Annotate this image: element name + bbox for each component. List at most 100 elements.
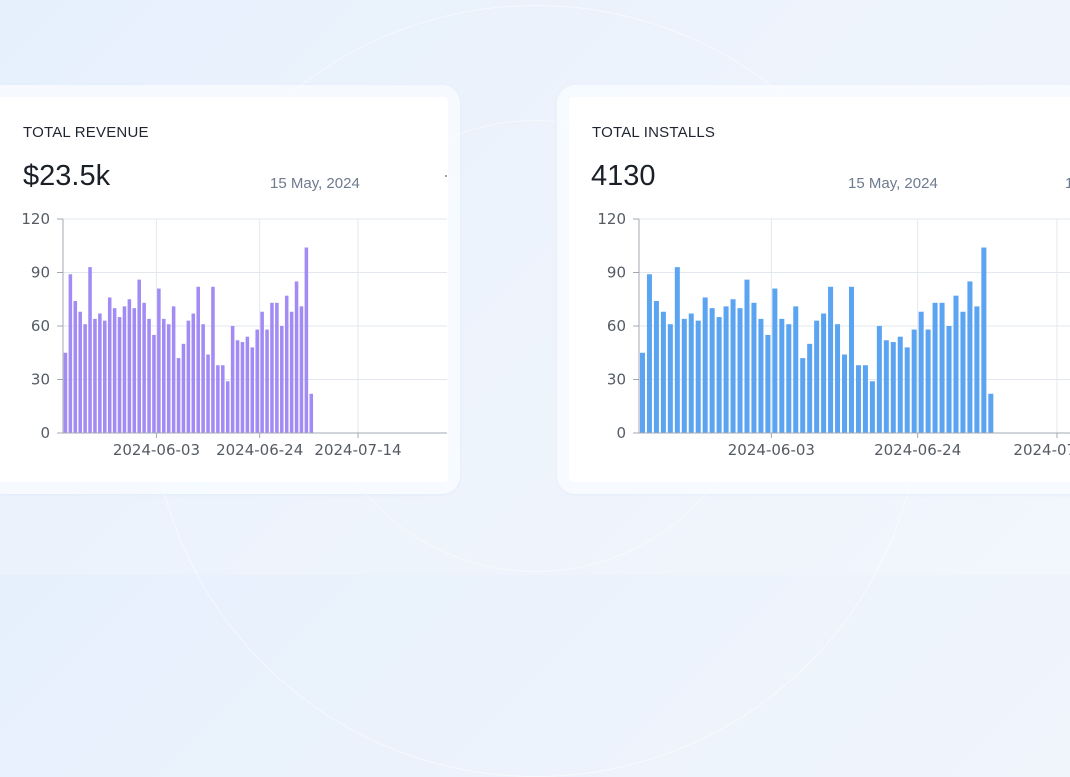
y-tick-label: 0: [616, 424, 626, 442]
bar: [869, 381, 875, 433]
bar: [744, 279, 750, 433]
bar: [93, 318, 97, 433]
y-tick-label: 30: [607, 371, 626, 389]
installs-card: TOTAL INSTALLS 4130 15 May, 2024 1 0 30 60…: [569, 97, 1070, 482]
bar: [299, 306, 304, 433]
bar: [681, 318, 687, 433]
bar: [176, 358, 181, 433]
bar: [211, 286, 215, 433]
bar: [730, 299, 736, 433]
bar: [294, 281, 299, 433]
bar: [723, 306, 729, 433]
bar: [862, 365, 868, 433]
bar: [674, 267, 680, 433]
bar: [196, 286, 200, 433]
bar: [835, 324, 841, 433]
bar: [112, 308, 117, 433]
bar: [63, 352, 68, 433]
bar: [821, 313, 827, 433]
bar: [265, 329, 269, 433]
installs-card-frame: TOTAL INSTALLS 4130 15 May, 2024 1 0 30 60…: [557, 85, 1070, 494]
bar: [98, 313, 102, 433]
bar: [646, 274, 652, 433]
bar: [639, 352, 645, 433]
bar: [897, 336, 903, 433]
bar: [186, 320, 191, 433]
bar: [751, 302, 757, 433]
bar: [925, 329, 931, 433]
bar: [166, 324, 171, 433]
revenue-card: TOTAL REVENUE $23.5k 15 May, 2024 0 30 60 9…: [0, 97, 448, 482]
bar: [245, 336, 250, 433]
bar: [876, 326, 882, 433]
bar: [793, 306, 799, 433]
bar: [855, 365, 861, 433]
bar: [653, 301, 659, 433]
bar: [814, 320, 820, 433]
bar: [883, 340, 889, 433]
bar: [695, 320, 701, 433]
bar: [162, 318, 166, 433]
bar: [848, 286, 854, 433]
bar: [988, 393, 994, 433]
bar: [152, 334, 156, 433]
y-tick-label: 120: [597, 210, 626, 228]
bar: [716, 317, 722, 433]
revenue-bar-chart: 0 30 60 90 120 2024-06-03 2024-06-24 2024-07-14: [21, 210, 447, 459]
bar: [157, 288, 161, 433]
bar: [981, 247, 987, 433]
bar: [758, 318, 764, 433]
x-tick-label: 2024-06-03: [113, 441, 200, 459]
bar: [78, 311, 82, 433]
y-tick-label: 90: [607, 264, 626, 282]
bar: [221, 365, 225, 433]
bar: [122, 306, 127, 433]
bar: [240, 342, 245, 433]
bar: [137, 279, 141, 433]
bar: [960, 311, 966, 433]
bar: [946, 326, 952, 433]
bar: [660, 311, 666, 433]
bar: [191, 313, 196, 433]
bar: [890, 342, 896, 433]
bar: [918, 311, 924, 433]
bar: [235, 340, 240, 433]
bar: [73, 301, 78, 433]
bar: [260, 311, 264, 433]
bar: [779, 318, 785, 433]
bar: [250, 347, 255, 433]
bar: [216, 365, 220, 433]
bar: [932, 302, 938, 433]
bar: [807, 343, 813, 433]
bar: [83, 324, 87, 433]
y-tick-label: 90: [31, 264, 50, 282]
bar: [206, 354, 210, 433]
bar: [147, 318, 151, 433]
bar: [939, 302, 945, 433]
bar: [304, 247, 309, 433]
bar: [709, 308, 715, 433]
bar: [309, 393, 314, 433]
bar: [737, 308, 743, 433]
bar: [171, 306, 176, 433]
bar: [275, 302, 279, 433]
bar: [800, 358, 806, 433]
bar: [772, 288, 778, 433]
bar: [786, 324, 792, 433]
y-tick-label: 120: [21, 210, 50, 228]
revenue-card-frame: TOTAL REVENUE $23.5k 15 May, 2024 0 30 60 9…: [0, 85, 460, 494]
bar: [132, 308, 137, 433]
y-tick-label: 60: [31, 317, 50, 335]
bar: [68, 274, 73, 433]
bar: [974, 306, 980, 433]
bar: [284, 295, 289, 433]
bar: [142, 302, 146, 433]
bar: [904, 347, 910, 433]
x-tick-label: 2024-07-14: [314, 441, 401, 459]
bar: [688, 313, 694, 433]
bar: [842, 354, 848, 433]
bar: [702, 297, 708, 433]
bar: [88, 267, 92, 433]
bar: [953, 295, 959, 433]
y-tick-label: 30: [31, 371, 50, 389]
